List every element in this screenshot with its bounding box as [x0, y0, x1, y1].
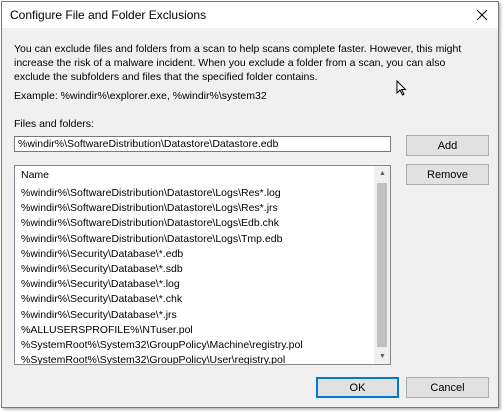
title-bar: Configure File and Folder Exclusions [2, 2, 498, 28]
close-icon [477, 10, 487, 20]
mouse-pointer-icon [396, 80, 407, 96]
dialog-window: Configure File and Folder Exclusions You… [1, 1, 499, 408]
window-title: Configure File and Folder Exclusions [10, 8, 207, 22]
path-input[interactable] [14, 136, 391, 152]
list-item[interactable]: %ALLUSERSPROFILE%\NTuser.pol [21, 323, 303, 338]
list-item[interactable]: %windir%\Security\Database\*.chk [21, 292, 303, 307]
scroll-up-icon[interactable]: ▲ [375, 166, 390, 181]
scroll-thumb[interactable] [377, 183, 387, 347]
exclusions-rows: %windir%\SoftwareDistribution\Datastore\… [21, 186, 303, 364]
description-text: You can exclude files and folders from a… [14, 43, 462, 83]
close-button[interactable] [466, 2, 498, 28]
add-button[interactable]: Add [406, 135, 489, 156]
list-item[interactable]: %SystemRoot%\System32\GroupPolicy\Machin… [21, 338, 303, 353]
scroll-down-icon[interactable]: ▼ [375, 349, 390, 364]
dialog-content: You can exclude files and folders from a… [2, 28, 498, 407]
vertical-scrollbar[interactable]: ▲ ▼ [374, 166, 390, 364]
exclusions-list[interactable]: Name %windir%\SoftwareDistribution\Datas… [14, 165, 391, 365]
example-text: Example: %windir%\explorer.exe, %windir%… [14, 90, 267, 102]
files-and-folders-label: Files and folders: [14, 118, 94, 130]
list-item[interactable]: %windir%\Security\Database\*.sdb [21, 262, 303, 277]
list-item[interactable]: %windir%\SoftwareDistribution\Datastore\… [21, 186, 303, 201]
column-header-name[interactable]: Name [21, 169, 49, 181]
cancel-button[interactable]: Cancel [406, 377, 489, 398]
list-item[interactable]: %SystemRoot%\System32\GroupPolicy\User\r… [21, 353, 303, 364]
ok-button[interactable]: OK [316, 377, 399, 398]
list-item[interactable]: %windir%\SoftwareDistribution\Datastore\… [21, 232, 303, 247]
list-item[interactable]: %windir%\SoftwareDistribution\Datastore\… [21, 201, 303, 216]
remove-button[interactable]: Remove [406, 164, 489, 185]
list-item[interactable]: %windir%\Security\Database\*.jrs [21, 308, 303, 323]
list-item[interactable]: %windir%\Security\Database\*.edb [21, 247, 303, 262]
list-item[interactable]: %windir%\Security\Database\*.log [21, 277, 303, 292]
list-item[interactable]: %windir%\SoftwareDistribution\Datastore\… [21, 216, 303, 231]
